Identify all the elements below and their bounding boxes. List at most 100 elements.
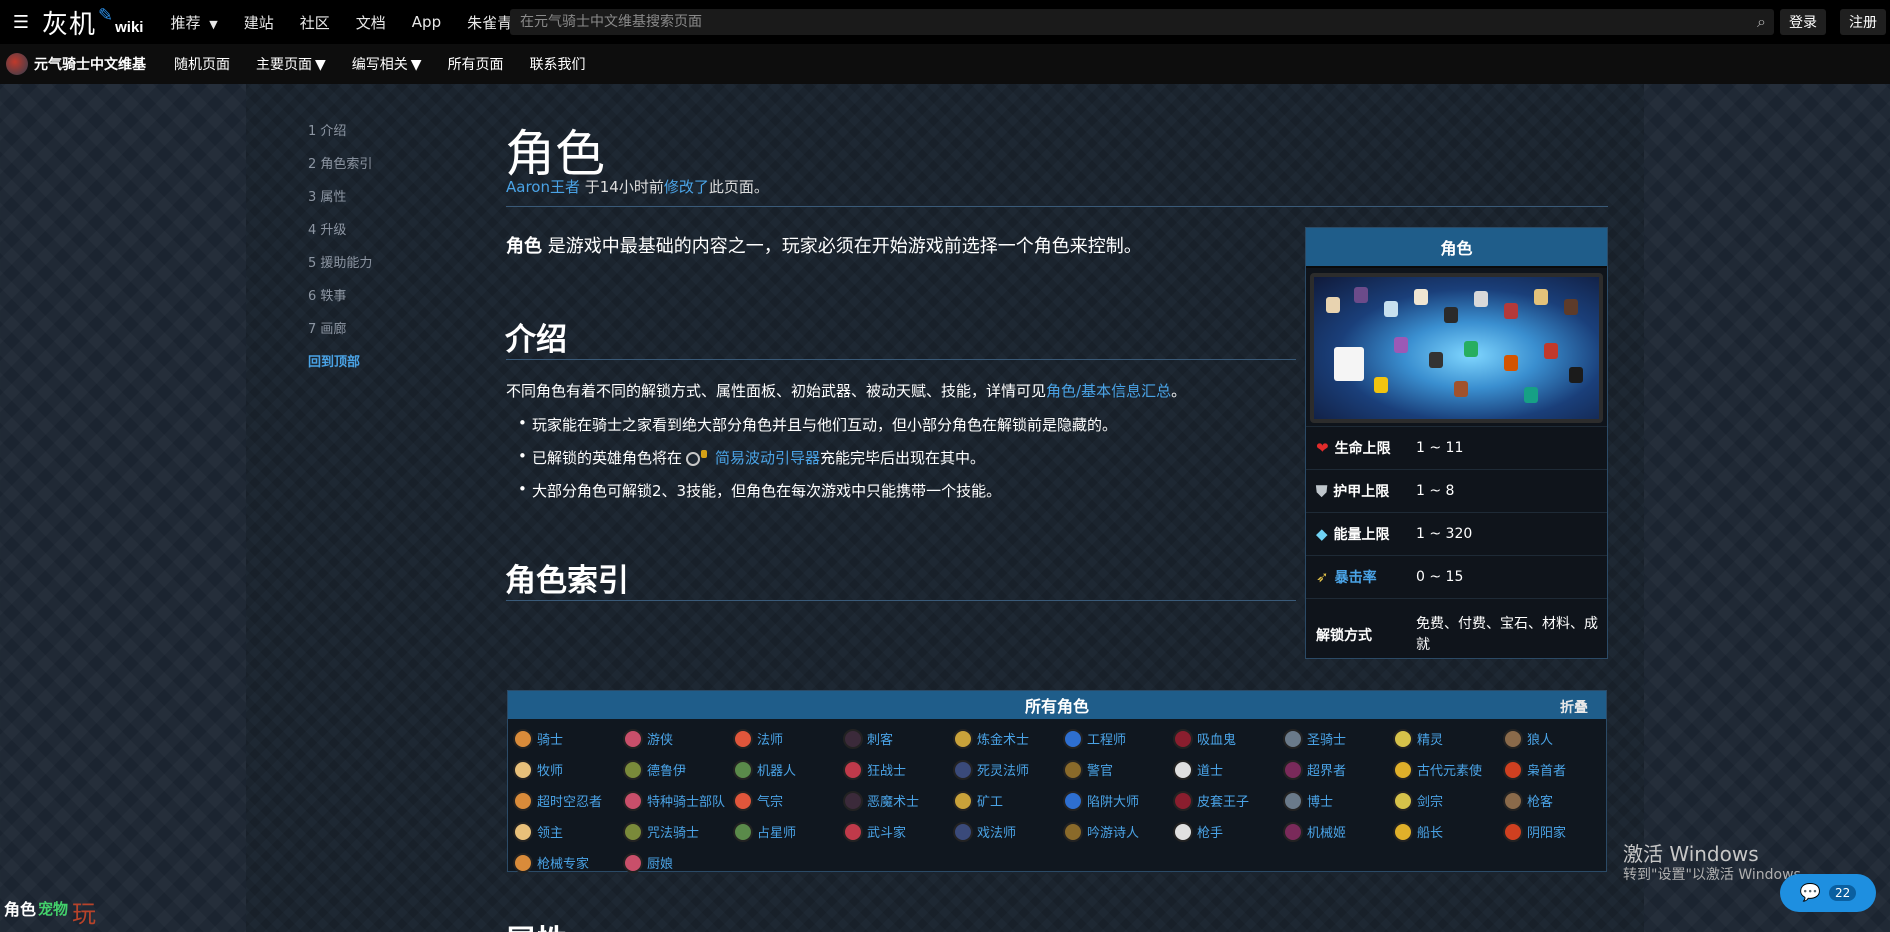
site-name[interactable]: 元气骑士中文维基 [34, 54, 146, 74]
role-link[interactable]: 死灵法师 [953, 754, 1063, 785]
role-name: 警官 [1087, 764, 1114, 779]
history-link[interactable]: 修改了 [664, 178, 709, 196]
role-link[interactable]: 刺客 [843, 723, 953, 754]
menu-icon[interactable]: ☰ [0, 0, 42, 44]
comments-button[interactable]: 💬 22 [1780, 874, 1876, 912]
basic-info-link[interactable]: 角色/基本信息汇总 [1046, 382, 1171, 400]
role-link[interactable]: 机器人 [733, 754, 843, 785]
back-to-top-link[interactable]: 回到顶部 [308, 351, 372, 384]
role-link[interactable]: 超时空忍者 [513, 785, 623, 816]
login-button[interactable]: 登录 [1780, 9, 1826, 35]
role-link[interactable]: 恶魔术士 [843, 785, 953, 816]
collapse-toggle[interactable]: 折叠 [1560, 697, 1588, 717]
role-link[interactable]: 枪械专家 [513, 847, 623, 878]
nav-build[interactable]: 建站 [231, 12, 287, 33]
nav-editing[interactable]: 编写相关 ▼ [352, 54, 422, 74]
role-link[interactable]: 超界者 [1283, 754, 1393, 785]
role-link[interactable]: 武斗家 [843, 816, 953, 847]
role-link[interactable]: 厨娘 [623, 847, 733, 878]
role-link[interactable]: 枪客 [1503, 785, 1613, 816]
nav-random-page[interactable]: 随机页面 [174, 54, 230, 74]
role-link[interactable]: 圣骑士 [1283, 723, 1393, 754]
editor-link[interactable]: Aaron王者 [506, 178, 580, 196]
wave-guide-link[interactable]: 简易波动引导器 [715, 449, 820, 467]
toc-item[interactable]: 6 轶事 [308, 285, 372, 318]
role-link[interactable]: 古代元素使 [1393, 754, 1503, 785]
role-link[interactable]: 狂战士 [843, 754, 953, 785]
shield-icon: ⛊ [1316, 482, 1328, 500]
toc-item[interactable]: 4 升级 [308, 219, 372, 252]
nav-community[interactable]: 社区 [287, 12, 343, 33]
nav-editing-label: 编写相关 [351, 57, 408, 73]
role-name: 博士 [1307, 795, 1334, 810]
role-link[interactable]: 警官 [1063, 754, 1173, 785]
role-avatar-icon [1063, 728, 1083, 749]
role-avatar-icon [953, 821, 973, 842]
role-avatar-icon [513, 728, 533, 749]
nav-docs[interactable]: 文档 [343, 12, 399, 33]
infobox-label-link[interactable]: ➶ 暴击率 [1316, 567, 1416, 587]
role-link[interactable]: 德鲁伊 [623, 754, 733, 785]
role-link[interactable]: 吟游诗人 [1063, 816, 1173, 847]
toc-item[interactable]: 5 援助能力 [308, 252, 372, 285]
role-name: 精灵 [1417, 733, 1444, 748]
role-link[interactable]: 吸血鬼 [1173, 723, 1283, 754]
role-name: 领主 [537, 826, 564, 841]
role-link[interactable]: 机械姬 [1283, 816, 1393, 847]
search-input[interactable] [520, 14, 1720, 30]
role-link[interactable]: 博士 [1283, 785, 1393, 816]
toc-item[interactable]: 1 介绍 [308, 120, 372, 153]
role-avatar-icon [1283, 728, 1303, 749]
toc-item[interactable]: 3 属性 [308, 186, 372, 219]
role-link[interactable]: 牧师 [513, 754, 623, 785]
role-link[interactable]: 工程师 [1063, 723, 1173, 754]
role-link[interactable]: 特种骑士部队 [623, 785, 733, 816]
role-link[interactable]: 游侠 [623, 723, 733, 754]
wave-guide-icon [682, 449, 712, 468]
role-link[interactable]: 炼金术士 [953, 723, 1063, 754]
label-text: 暴击率 [1334, 570, 1377, 586]
role-link[interactable]: 精灵 [1393, 723, 1503, 754]
role-link[interactable]: 皮套王子 [1173, 785, 1283, 816]
search-icon[interactable]: ⌕ [1757, 12, 1766, 32]
role-link[interactable]: 骑士 [513, 723, 623, 754]
role-link[interactable]: 船长 [1393, 816, 1503, 847]
role-avatar-icon [1283, 790, 1303, 811]
nav-main-pages[interactable]: 主要页面 ▼ [256, 54, 326, 74]
role-link[interactable]: 剑宗 [1393, 785, 1503, 816]
role-link[interactable]: 占星师 [733, 816, 843, 847]
role-link[interactable]: 咒法骑士 [623, 816, 733, 847]
infobox-label: ❤ 生命上限 [1316, 438, 1416, 458]
role-link[interactable]: 阴阳家 [1503, 816, 1613, 847]
activation-watermark: 激活 Windows [1623, 842, 1759, 866]
role-link[interactable]: 戏法师 [953, 816, 1063, 847]
role-link[interactable]: 法师 [733, 723, 843, 754]
nav-app[interactable]: App [399, 13, 454, 31]
role-name: 恶魔术士 [867, 795, 920, 810]
nav-recommend[interactable]: 推荐 ▼ [157, 12, 230, 33]
intro-text: 不同角色有着不同的解锁方式、属性面板、初始武器、被动天赋、技能，详情可见 [506, 382, 1047, 400]
game-logo[interactable]: 角色 宠物 玩 [0, 890, 100, 932]
role-name: 超界者 [1307, 764, 1347, 779]
role-link[interactable]: 气宗 [733, 785, 843, 816]
nav-main-pages-label: 主要页面 [256, 57, 312, 73]
navbox-header: 所有角色 折叠 [508, 691, 1606, 719]
role-name: 德鲁伊 [647, 764, 687, 779]
register-button[interactable]: 注册 [1840, 9, 1886, 35]
role-link[interactable]: 枭首者 [1503, 754, 1613, 785]
huiji-logo[interactable]: 灰机 ✎ wiki [42, 4, 143, 41]
role-link[interactable]: 枪手 [1173, 816, 1283, 847]
role-link[interactable]: 矿工 [953, 785, 1063, 816]
site-logo-icon[interactable] [6, 53, 28, 75]
role-link[interactable]: 陷阱大师 [1063, 785, 1173, 816]
role-link[interactable]: 狼人 [1503, 723, 1613, 754]
nav-contact[interactable]: 联系我们 [530, 54, 586, 74]
infobox-title: 角色 [1306, 228, 1607, 268]
toc-item[interactable]: 7 画廊 [308, 318, 372, 351]
all-roles-navbox: 所有角色 折叠 骑士 游侠 法师 刺客 炼金术士 工程师 吸血鬼 圣骑士 精灵 狼人 牧师 德鲁伊 机器… [507, 690, 1607, 873]
role-link[interactable]: 领主 [513, 816, 623, 847]
role-link[interactable]: 道士 [1173, 754, 1283, 785]
nav-all-pages[interactable]: 所有页面 [448, 54, 504, 74]
toc-item[interactable]: 2 角色索引 [308, 153, 372, 186]
role-name: 厨娘 [647, 857, 674, 872]
